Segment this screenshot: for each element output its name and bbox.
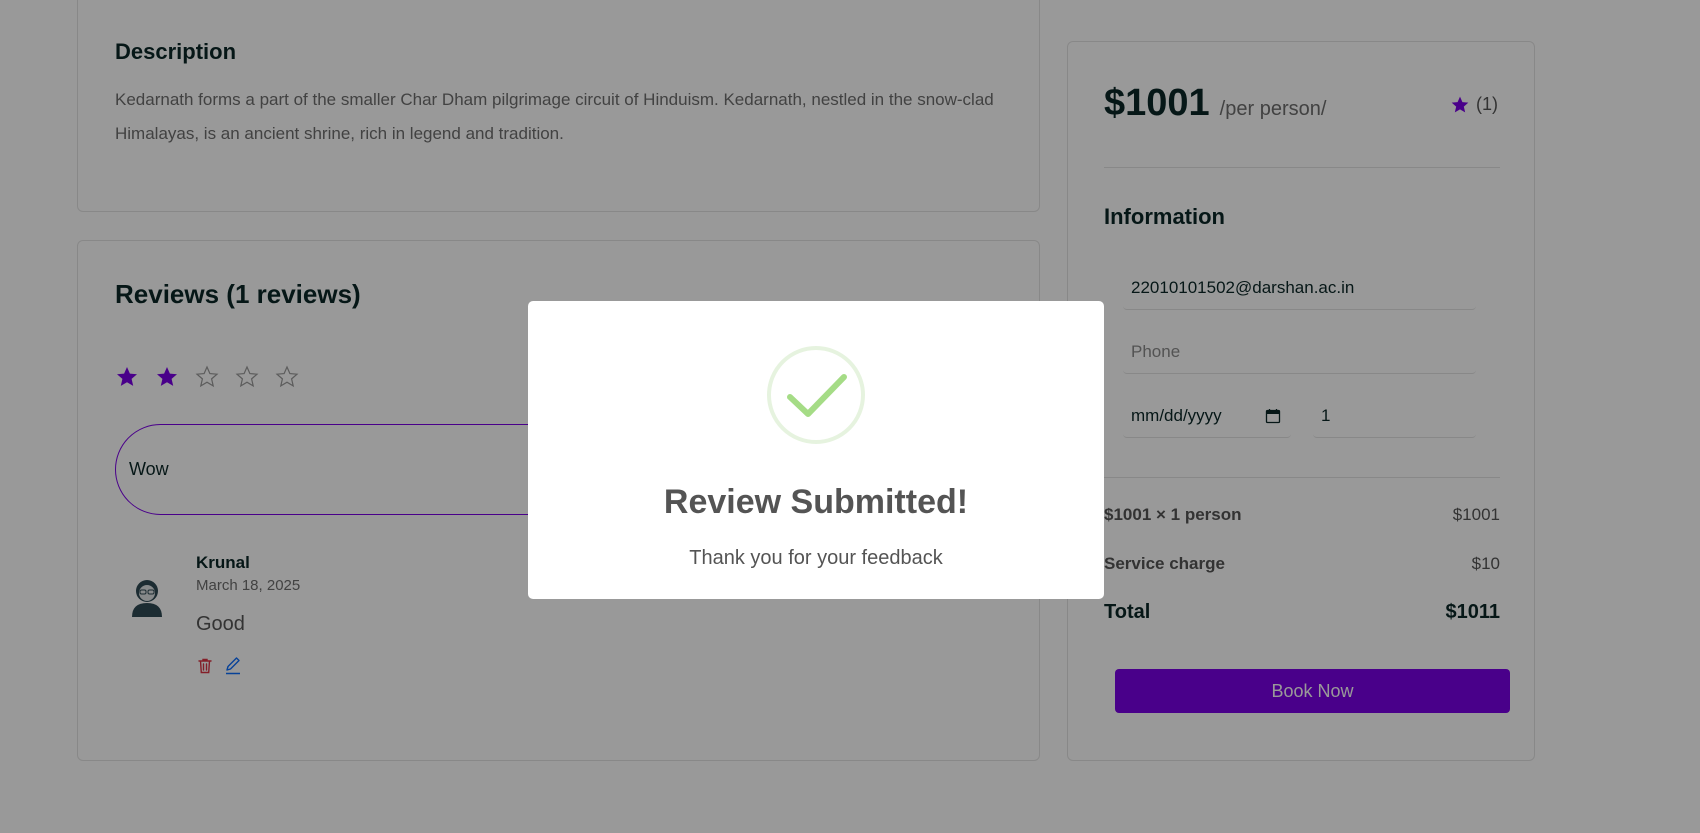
modal-title: Review Submitted! (663, 483, 969, 521)
modal-text: Thank you for your feedback (689, 547, 943, 569)
success-check-icon (767, 346, 865, 444)
review-submitted-dialog: Review Submitted! Thank you for your fee… (528, 301, 1104, 599)
